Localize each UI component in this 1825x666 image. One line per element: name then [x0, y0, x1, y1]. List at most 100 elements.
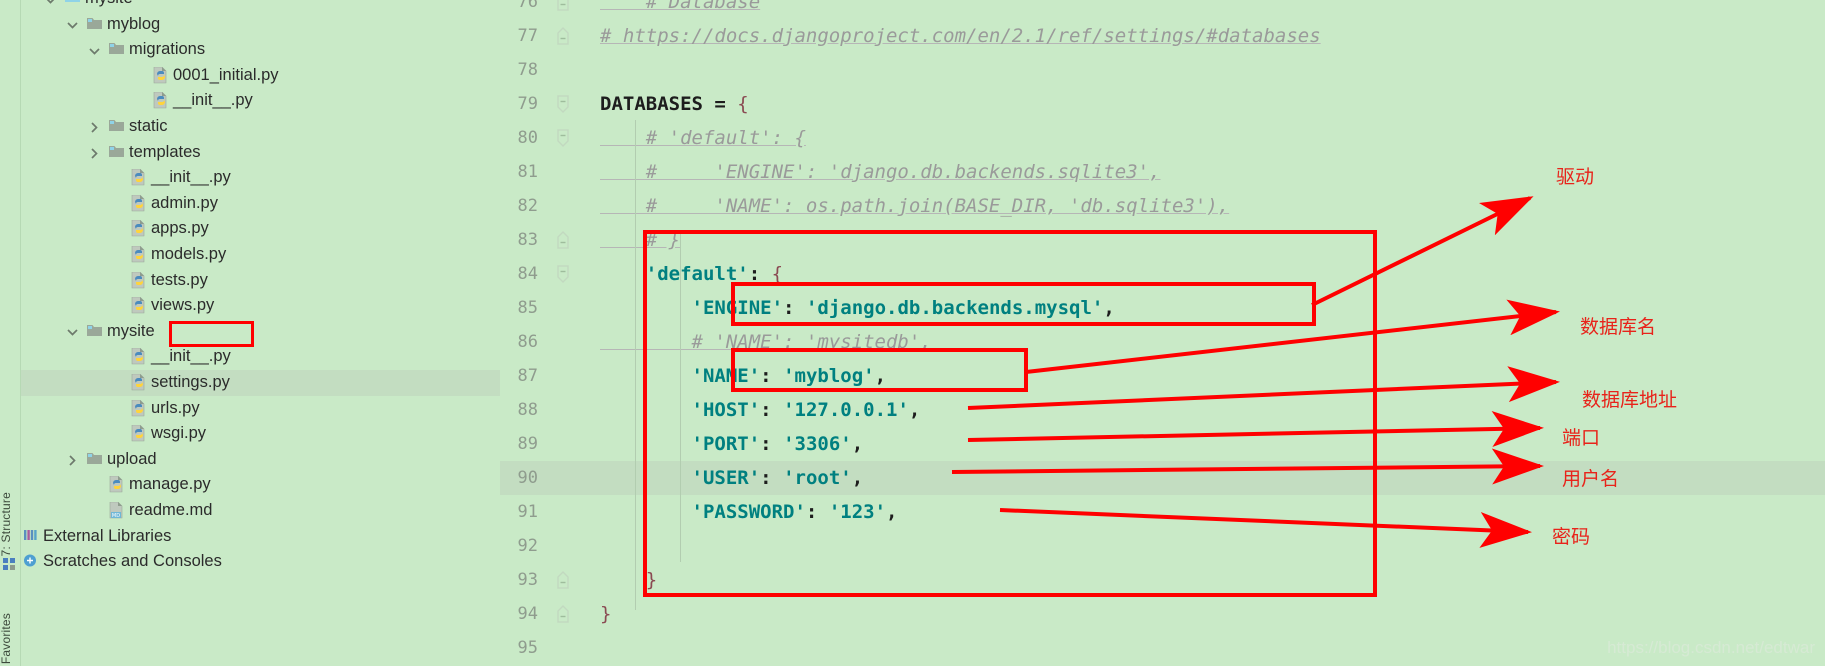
code-line[interactable]: # https://docs.djangoproject.com/en/2.1/…: [600, 19, 1321, 53]
chevron-right-icon[interactable]: [87, 114, 101, 140]
code-line[interactable]: 'NAME': 'myblog',: [600, 359, 887, 393]
tree-item-urls-py[interactable]: urls.py: [21, 396, 500, 422]
tree-item-apps-py[interactable]: apps.py: [21, 216, 500, 242]
chevron-down-icon[interactable]: [65, 12, 79, 38]
editor-gutter[interactable]: 76 77 78 79 80 81 82 83 84 85 86 87 88 89 90 91 92 93 94 95…: [500, 0, 600, 666]
code-token: }: [600, 603, 612, 625]
tree-item-external-libraries[interactable]: External Libraries: [21, 524, 500, 550]
code-line[interactable]: # Database: [600, 0, 760, 19]
code-token: :: [748, 263, 761, 285]
code-token: # }: [600, 229, 681, 251]
code-line[interactable]: 'default': {: [600, 257, 783, 291]
annotation-label-db-port: 端口: [1562, 427, 1601, 449]
line-number: 89: [517, 434, 538, 454]
tree-item-readme-md[interactable]: MD readme.md: [21, 498, 500, 524]
code-token: :: [760, 433, 772, 455]
code-token: 'default': [645, 263, 749, 285]
code-line[interactable]: DATABASES = {: [600, 87, 749, 121]
code-line[interactable]: # 'NAME': 'mysitedb',: [600, 325, 932, 359]
chevron-down-icon[interactable]: [43, 0, 57, 12]
tree-item-label: templates: [129, 142, 201, 161]
chevron-right-icon[interactable]: [87, 140, 101, 166]
tree-item--init-py[interactable]: __init__.py: [21, 88, 500, 114]
folder-icon: [87, 319, 105, 345]
line-number: 95: [517, 638, 538, 658]
fold-start-icon[interactable]: [556, 121, 572, 155]
folder-icon: [109, 37, 127, 63]
code-line[interactable]: }: [600, 597, 611, 631]
code-token: ,: [851, 467, 864, 489]
python-file-icon: [131, 293, 149, 319]
code-token: 'root': [783, 467, 852, 489]
fold-end-icon[interactable]: [556, 597, 572, 631]
code-token: # 'default': {: [600, 127, 806, 149]
tree-item-manage-py[interactable]: manage.py: [21, 472, 500, 498]
tree-item-myblog[interactable]: myblog: [21, 12, 500, 38]
code-token: ,: [851, 433, 864, 455]
tree-item-scratches-and-consoles[interactable]: Scratches and Consoles: [21, 549, 500, 575]
code-line[interactable]: 'ENGINE': 'django.db.backends.mysql',: [600, 291, 1115, 325]
python-file-icon: [131, 165, 149, 191]
code-token: ,: [874, 365, 887, 387]
fold-end-icon[interactable]: [556, 19, 572, 53]
tree-item-templates[interactable]: templates: [21, 140, 500, 166]
tree-item-label: mysite: [85, 0, 133, 12]
line-number: 82: [517, 196, 538, 216]
code-line[interactable]: # 'NAME': os.path.join(BASE_DIR, 'db.sql…: [600, 189, 1229, 223]
python-file-icon: [131, 344, 149, 370]
code-line[interactable]: # 'ENGINE': 'django.db.backends.sqlite3'…: [600, 155, 1161, 189]
fold-start-icon[interactable]: [556, 257, 572, 291]
tree-item-tests-py[interactable]: tests.py: [21, 268, 500, 294]
project-tree-pane[interactable]: mysite myblog migrations 0001_initial.py __i…: [21, 0, 500, 666]
tree-item-label: settings.py: [151, 373, 230, 391]
python-file-icon: [131, 242, 149, 268]
tree-item-0001-initial-py[interactable]: 0001_initial.py: [21, 63, 500, 89]
chevron-down-icon[interactable]: [65, 319, 79, 345]
code-line[interactable]: 'HOST': '127.0.0.1',: [600, 393, 921, 427]
tree-item-label: Scratches and Consoles: [43, 552, 222, 571]
tree-item-migrations[interactable]: migrations: [21, 37, 500, 63]
chevron-right-icon[interactable]: [65, 447, 79, 473]
code-token: }: [645, 569, 658, 591]
folder-module-icon: [65, 0, 83, 12]
tree-item-mysite[interactable]: mysite: [21, 319, 500, 345]
fold-end-icon[interactable]: [556, 563, 572, 597]
code-line[interactable]: # 'default': {: [600, 121, 806, 155]
tree-item-static[interactable]: static: [21, 114, 500, 140]
annotation-label-db-host: 数据库地址: [1582, 389, 1678, 411]
code-token: :: [760, 365, 772, 387]
python-file-icon: [131, 268, 149, 294]
tree-item--init-py[interactable]: __init__.py: [21, 344, 500, 370]
code-token: =: [714, 93, 738, 115]
tree-item-wsgi-py[interactable]: wsgi.py: [21, 421, 500, 447]
code-line[interactable]: # }: [600, 223, 680, 257]
code-token: 'USER': [691, 467, 761, 489]
svg-text:MD: MD: [112, 513, 120, 519]
tree-item-settings-py[interactable]: settings.py: [21, 370, 500, 396]
tool-tab-favorites[interactable]: Favorites: [0, 613, 13, 664]
indent-guide: [635, 120, 636, 610]
tree-item-views-py[interactable]: views.py: [21, 293, 500, 319]
annotation-label-driver: 驱动: [1556, 166, 1595, 188]
fold-end-icon[interactable]: [556, 0, 572, 19]
tree-item-mysite[interactable]: mysite: [21, 0, 500, 12]
code-line[interactable]: 'PORT': '3306',: [600, 427, 864, 461]
tree-item-upload[interactable]: upload: [21, 447, 500, 473]
tool-tab-structure[interactable]: 7: Structure: [0, 492, 13, 556]
code-line[interactable]: }: [600, 563, 657, 597]
tree-item-label: __init__.py: [151, 168, 231, 187]
fold-end-icon[interactable]: [556, 223, 572, 257]
fold-start-icon[interactable]: [556, 87, 572, 121]
code-line[interactable]: 'PASSWORD': '123',: [600, 495, 898, 529]
tree-item--init-py[interactable]: __init__.py: [21, 165, 500, 191]
tree-item-admin-py[interactable]: admin.py: [21, 191, 500, 217]
chevron-down-icon[interactable]: [87, 37, 101, 63]
code-line[interactable]: 'USER': 'root',: [600, 461, 864, 495]
tree-item-models-py[interactable]: models.py: [21, 242, 500, 268]
